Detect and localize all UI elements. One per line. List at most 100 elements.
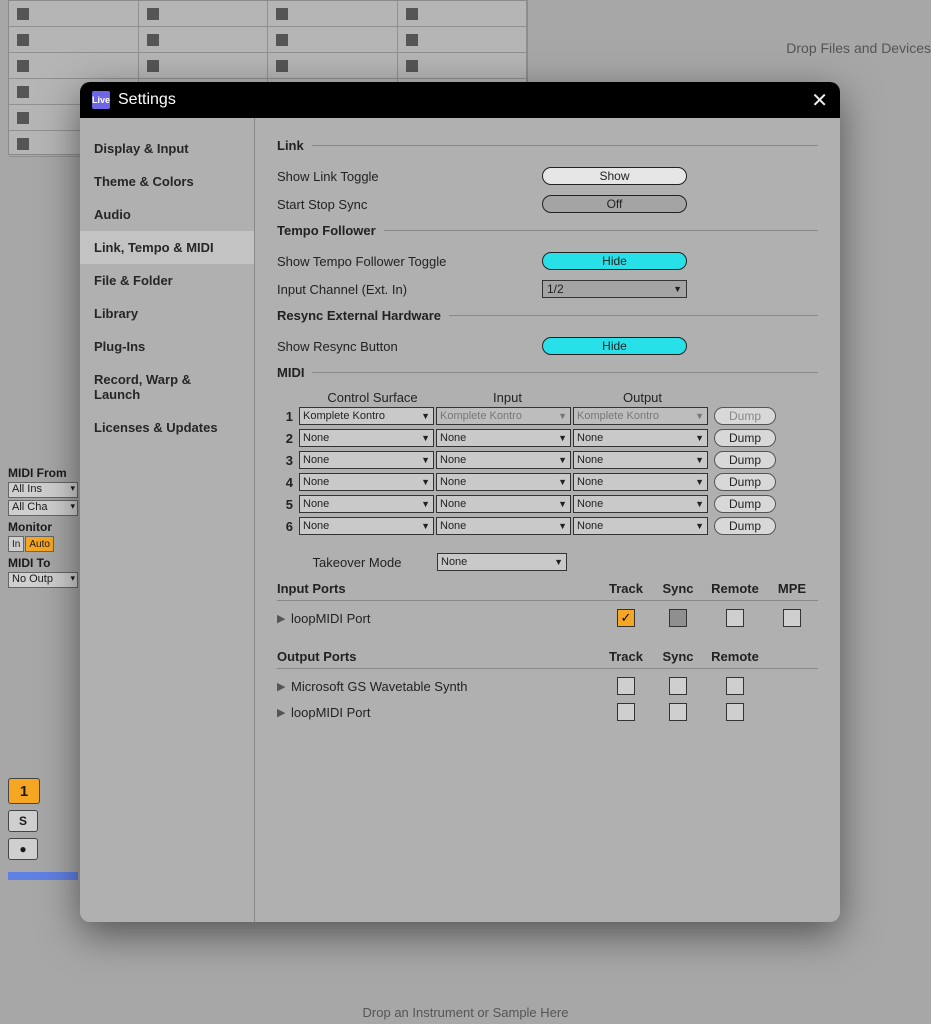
midi-to-output[interactable]: No Outp [8,572,78,588]
midi-out-select[interactable]: None [573,495,708,513]
midi-slot-number: 2 [277,431,299,446]
input-ports-col-remote: Remote [704,581,766,596]
show-link-toggle-label: Show Link Toggle [277,169,542,184]
sidebar-item-link-tempo-midi[interactable]: Link, Tempo & MIDI [80,231,254,264]
input-port-track-checkbox[interactable]: ✓ [617,609,635,627]
midi-in-select[interactable]: None [436,495,571,513]
midi-head-output: Output [575,390,710,405]
track-number-button[interactable]: 1 [8,778,40,804]
solo-button[interactable]: S [8,810,38,832]
midi-slot-number: 5 [277,497,299,512]
input-ports-col-track: Track [600,581,652,596]
input-port-name: loopMIDI Port [291,611,600,626]
expand-icon[interactable]: ▶ [277,612,291,625]
output-port-row: ▶Microsoft GS Wavetable Synth [277,673,818,699]
takeover-mode-select[interactable]: None [437,553,567,571]
monitor-auto-button[interactable]: Auto [25,536,54,552]
output-port-sync-checkbox[interactable] [669,677,687,695]
midi-cs-select[interactable]: None [299,451,434,469]
midi-slot-row: 2NoneNoneNoneDump [277,427,818,449]
input-port-sync-checkbox[interactable] [669,609,687,627]
midi-dump-button[interactable]: Dump [714,429,776,447]
midi-in-select[interactable]: None [436,429,571,447]
start-stop-sync-label: Start Stop Sync [277,197,542,212]
record-arm-button[interactable]: ● [8,838,38,860]
midi-cs-select[interactable]: None [299,495,434,513]
midi-in-select[interactable]: None [436,451,571,469]
show-resync-label: Show Resync Button [277,339,542,354]
midi-dump-button[interactable]: Dump [714,473,776,491]
input-port-remote-checkbox[interactable] [726,609,744,627]
input-channel-select[interactable]: 1/2 [542,280,687,298]
midi-out-select[interactable]: None [573,429,708,447]
output-port-track-checkbox[interactable] [617,677,635,695]
monitor-in-button[interactable]: In [8,536,24,552]
output-ports-title: Output Ports [277,649,600,664]
output-port-name: Microsoft GS Wavetable Synth [291,679,600,694]
midi-out-select[interactable]: None [573,517,708,535]
sidebar-item-file-folder[interactable]: File & Folder [80,264,254,297]
titlebar: Live Settings ✕ [80,82,840,118]
midi-cs-select[interactable]: None [299,429,434,447]
sidebar-item-licenses-updates[interactable]: Licenses & Updates [80,411,254,444]
midi-dump-button[interactable]: Dump [714,517,776,535]
expand-icon[interactable]: ▶ [277,680,291,693]
midi-cs-select[interactable]: Komplete Kontro [299,407,434,425]
midi-from-channel[interactable]: All Cha [8,500,78,516]
midi-in-select[interactable]: None [436,473,571,491]
input-port-row: ▶loopMIDI Port ✓ [277,605,818,631]
app-icon: Live [92,91,110,109]
midi-head-control-surface: Control Surface [305,390,440,405]
section-midi-title: MIDI [277,365,304,380]
sidebar-item-record-warp-launch[interactable]: Record, Warp & Launch [80,363,254,411]
midi-slot-row: 6NoneNoneNoneDump [277,515,818,537]
track-io-panel: MIDI From All Ins All Cha Monitor In Aut… [8,462,78,860]
takeover-mode-label: Takeover Mode [277,555,437,570]
show-tempo-follower-button[interactable]: Hide [542,252,687,270]
midi-dump-button[interactable]: Dump [714,451,776,469]
midi-dump-button[interactable]: Dump [714,495,776,513]
output-port-sync-checkbox[interactable] [669,703,687,721]
section-tempo-title: Tempo Follower [277,223,376,238]
midi-cs-select[interactable]: None [299,473,434,491]
track-selection-indicator [8,872,78,880]
input-port-mpe-checkbox[interactable] [783,609,801,627]
input-ports-title: Input Ports [277,581,600,596]
input-ports-col-sync: Sync [652,581,704,596]
midi-from-input[interactable]: All Ins [8,482,78,498]
midi-in-select[interactable]: Komplete Kontro [436,407,571,425]
output-ports-col-remote: Remote [704,649,766,664]
midi-slot-row: 4NoneNoneNoneDump [277,471,818,493]
midi-in-select[interactable]: None [436,517,571,535]
midi-to-label: MIDI To [8,556,78,570]
midi-out-select[interactable]: None [573,451,708,469]
show-resync-button[interactable]: Hide [542,337,687,355]
start-stop-sync-button[interactable]: Off [542,195,687,213]
midi-slot-number: 1 [277,409,299,424]
section-resync-title: Resync External Hardware [277,308,441,323]
output-ports-col-track: Track [600,649,652,664]
output-ports-col-sync: Sync [652,649,704,664]
close-icon[interactable]: ✕ [811,88,828,113]
output-port-remote-checkbox[interactable] [726,703,744,721]
expand-icon[interactable]: ▶ [277,706,291,719]
output-port-track-checkbox[interactable] [617,703,635,721]
midi-cs-select[interactable]: None [299,517,434,535]
sidebar-item-audio[interactable]: Audio [80,198,254,231]
midi-slot-number: 3 [277,453,299,468]
sidebar-item-library[interactable]: Library [80,297,254,330]
sidebar-item-plug-ins[interactable]: Plug-Ins [80,330,254,363]
show-link-toggle-button[interactable]: Show [542,167,687,185]
sidebar-item-theme-colors[interactable]: Theme & Colors [80,165,254,198]
input-channel-label: Input Channel (Ext. In) [277,282,542,297]
midi-out-select[interactable]: None [573,473,708,491]
midi-dump-button[interactable]: Dump [714,407,776,425]
settings-dialog: Live Settings ✕ Display & InputTheme & C… [80,82,840,922]
midi-out-select[interactable]: Komplete Kontro [573,407,708,425]
sidebar-item-display-input[interactable]: Display & Input [80,132,254,165]
settings-sidebar: Display & InputTheme & ColorsAudioLink, … [80,118,255,922]
midi-slot-row: 5NoneNoneNoneDump [277,493,818,515]
drop-instrument-hint: Drop an Instrument or Sample Here [0,1005,931,1020]
output-port-remote-checkbox[interactable] [726,677,744,695]
midi-slot-row: 3NoneNoneNoneDump [277,449,818,471]
